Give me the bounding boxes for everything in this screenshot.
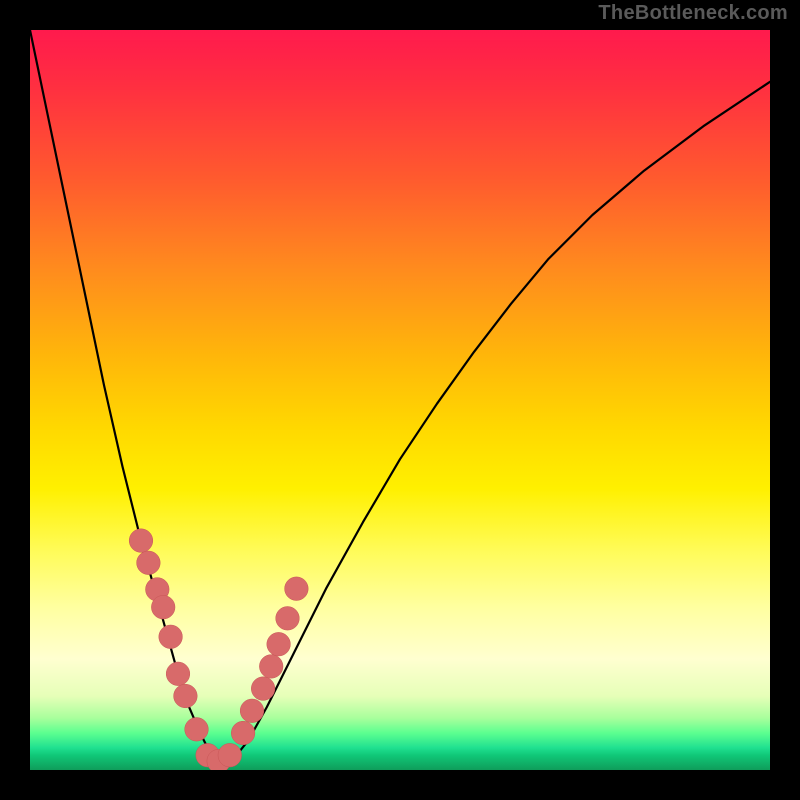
data-dot [159,625,183,649]
data-dot [231,721,255,745]
data-dot [218,743,242,767]
data-dot [174,684,198,708]
data-dot [137,551,161,575]
data-dot [151,595,175,619]
data-dot [259,655,283,679]
curve-layer [30,30,770,770]
data-dot [185,718,209,742]
data-dot [240,699,264,723]
chart-frame: TheBottleneck.com [0,0,800,800]
watermark-text: TheBottleneck.com [598,2,788,25]
data-dot [129,529,153,553]
data-dots [129,529,308,770]
data-dot [285,577,309,601]
bottleneck-curve [30,30,770,763]
data-dot [276,607,300,631]
data-dot [166,662,190,686]
plot-area [30,30,770,770]
data-dot [267,632,291,656]
data-dot [251,677,275,701]
